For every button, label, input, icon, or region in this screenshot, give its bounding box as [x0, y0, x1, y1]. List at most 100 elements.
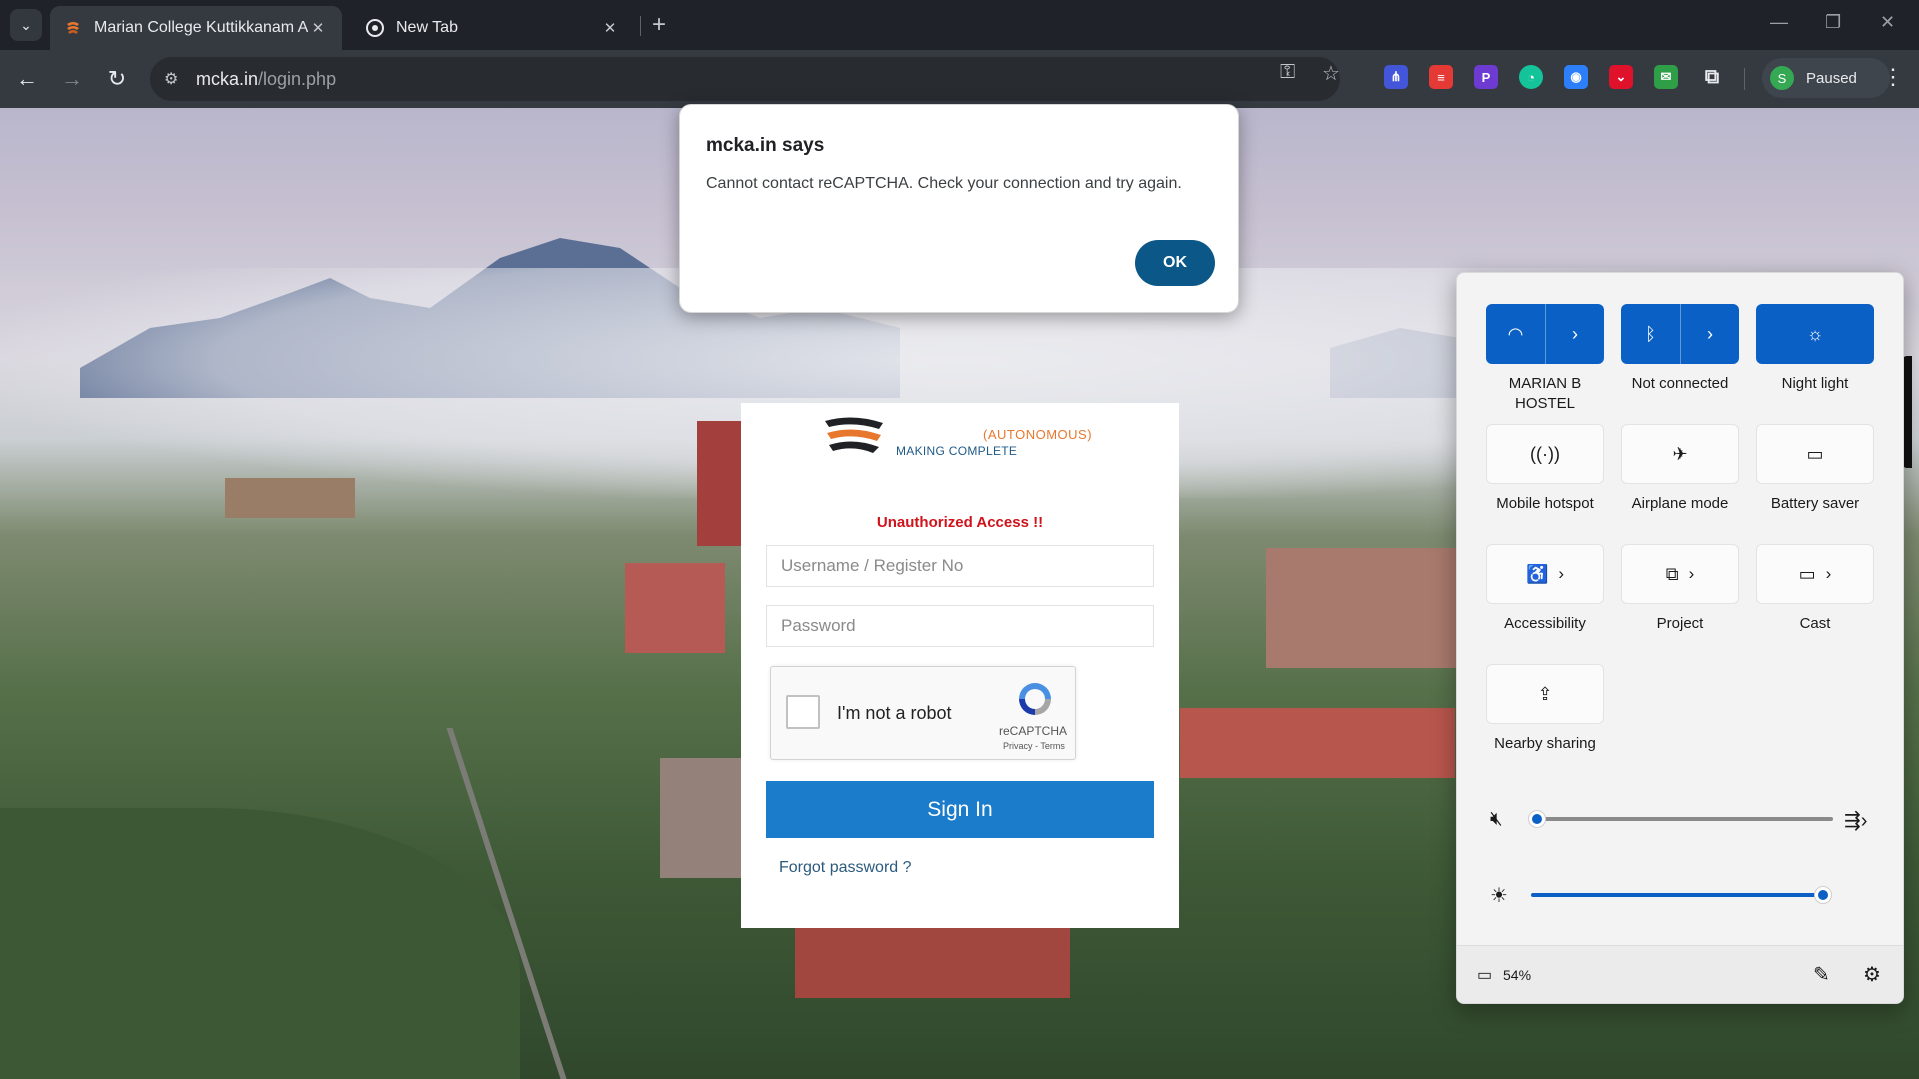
tab-title: Marian College Kuttikkanam Au [94, 19, 308, 36]
browser-titlebar: ⌄ Marian College Kuttikkanam Au ✕ New Ta… [0, 0, 1919, 50]
wifi-label: MARIAN B HOSTEL [1508, 375, 1582, 412]
nearby-sharing-label: Nearby sharing [1494, 735, 1596, 752]
accessibility-label: Accessibility [1504, 615, 1586, 632]
address-bar[interactable]: ⚙ mcka.in/login.php [150, 57, 1340, 101]
campus-building [697, 421, 745, 546]
brightness-slider-thumb[interactable] [1814, 886, 1832, 904]
extension-p-icon[interactable]: P [1474, 65, 1498, 89]
speaker-muted-icon[interactable]: 🔇︎ [1490, 808, 1503, 831]
chevron-right-icon: › [1558, 564, 1565, 583]
window-close-icon[interactable]: ✕ [1880, 12, 1895, 33]
chevron-down-icon: ⌄ [20, 16, 32, 33]
extension-p-letter: P [1481, 69, 1491, 85]
extension-network-icon[interactable]: ⋔ [1384, 65, 1408, 89]
nearby-sharing-tile[interactable]: ⇪ [1486, 664, 1604, 724]
kebab-menu-icon[interactable]: ⋮ [1882, 64, 1904, 90]
mobile-hotspot-tile[interactable]: ((·)) [1486, 424, 1604, 484]
url-path: /login.php [258, 68, 337, 89]
volume-slider-track[interactable] [1541, 817, 1833, 821]
extension-mail-icon[interactable]: ✉ [1654, 65, 1678, 89]
extension-screen-recorder-icon[interactable]: ◉ [1564, 65, 1588, 89]
chevron-right-icon: › [1688, 564, 1695, 583]
bluetooth-icon[interactable]: ᛒ [1621, 304, 1680, 364]
username-input[interactable] [766, 545, 1154, 587]
brightness-icon: ☀ [1490, 885, 1508, 907]
avatar: S [1770, 66, 1794, 90]
tab-close-icon[interactable]: ✕ [308, 19, 328, 37]
url-text: mcka.in/login.php [196, 69, 336, 90]
battery-saver-tile[interactable]: ▭ [1756, 424, 1874, 484]
chevron-right-icon[interactable]: › [1680, 304, 1739, 364]
campus-building [1266, 548, 1456, 668]
share-icon: ⇪ [1537, 683, 1553, 704]
tab-separator [640, 16, 641, 36]
tab-marian-college[interactable]: Marian College Kuttikkanam Au ✕ [50, 6, 342, 50]
dialog-title: mcka.in says [706, 135, 825, 156]
quick-settings-panel: ◠ › MARIAN B HOSTEL ᛒ › Not connected ☼ … [1456, 272, 1904, 1004]
quick-settings-footer: ▭ 54% ✎ ⚙ [1457, 945, 1903, 1003]
project-icon: ⧉ [1665, 563, 1679, 584]
reload-icon[interactable]: ↻ [102, 64, 132, 94]
extension-pocket-icon[interactable]: ⌄ [1609, 65, 1633, 89]
tab-close-icon[interactable]: ✕ [600, 19, 620, 37]
alert-dialog: mcka.in says Cannot contact reCAPTCHA. C… [679, 104, 1239, 313]
password-key-icon[interactable]: ⚿ [1280, 61, 1295, 84]
recaptcha-checkbox[interactable] [786, 695, 820, 729]
forward-arrow-icon[interactable]: → [57, 64, 87, 94]
chevron-right-icon[interactable]: › [1545, 304, 1604, 364]
dialog-message: Cannot contact reCAPTCHA. Check your con… [706, 175, 1182, 192]
extensions-puzzle-icon[interactable]: ⧉ [1700, 65, 1724, 89]
hotspot-icon: ((·)) [1530, 443, 1560, 464]
airplane-mode-label: Airplane mode [1631, 495, 1729, 512]
recaptcha-label: I'm not a robot [837, 703, 952, 723]
tab-new-tab[interactable]: New Tab ✕ [352, 6, 634, 50]
bluetooth-tile[interactable]: ᛒ › [1621, 304, 1739, 364]
cast-label: Cast [1799, 615, 1831, 632]
logo-autonomous-text: (AUTONOMOUS) [983, 427, 1093, 442]
forgot-password-link[interactable]: Forgot password ? [779, 859, 912, 877]
tab-search-button[interactable]: ⌄ [10, 9, 42, 41]
accessibility-icon: ♿ [1525, 563, 1549, 584]
audio-output-icon[interactable]: ⇶› [1844, 808, 1867, 833]
password-input[interactable] [766, 605, 1154, 647]
project-tile[interactable]: ⧉ › [1621, 544, 1739, 604]
chevron-right-icon: › [1825, 564, 1832, 583]
cast-icon: ▭ [1798, 563, 1816, 584]
accessibility-tile[interactable]: ♿ › [1486, 544, 1604, 604]
battery-percentage[interactable]: 54% [1503, 967, 1531, 983]
brightness-slider-track[interactable] [1531, 893, 1823, 897]
wifi-icon[interactable]: ◠ [1486, 304, 1545, 364]
volume-slider-thumb[interactable] [1528, 810, 1546, 828]
settings-gear-icon[interactable]: ⚙ [1863, 962, 1881, 987]
edit-pencil-icon[interactable]: ✎ [1813, 962, 1830, 987]
dialog-ok-button[interactable]: OK [1135, 240, 1215, 286]
project-label: Project [1656, 615, 1704, 632]
college-favicon-icon [67, 22, 79, 34]
new-tab-plus-icon[interactable]: + [652, 12, 666, 38]
extension-grammarly-icon[interactable]: ◔ [1519, 65, 1543, 89]
sign-in-button[interactable]: Sign In [766, 781, 1154, 838]
wifi-tile[interactable]: ◠ › [1486, 304, 1604, 364]
battery-icon[interactable]: ▭ [1477, 965, 1492, 985]
campus-building [1180, 708, 1455, 778]
browser-toolbar: ← → ↻ ⚙ mcka.in/login.php ⚿ ☆ ⋔ ≡ P ◔ ◉ … [0, 50, 1919, 108]
night-light-icon: ☼ [1806, 323, 1824, 344]
airplane-icon: ✈ [1672, 443, 1688, 464]
profile-button[interactable]: S Paused [1762, 58, 1890, 98]
mobile-hotspot-label: Mobile hotspot [1496, 495, 1594, 512]
extension-todoist-icon[interactable]: ≡ [1429, 65, 1453, 89]
minimize-icon[interactable]: — [1770, 12, 1788, 33]
college-logo-icon [825, 417, 883, 453]
bookmark-star-icon[interactable]: ☆ [1322, 61, 1340, 86]
error-message: Unauthorized Access !! [876, 514, 1044, 531]
logo-tagline: MAKING COMPLETE [896, 444, 1018, 458]
cast-tile[interactable]: ▭ › [1756, 544, 1874, 604]
maximize-icon[interactable]: ❐ [1825, 12, 1841, 33]
recaptcha-terms-link[interactable]: Privacy - Terms [1003, 741, 1065, 751]
airplane-mode-tile[interactable]: ✈ [1621, 424, 1739, 484]
site-info-icon[interactable]: ⚙ [164, 69, 196, 89]
toolbar-divider [1744, 68, 1745, 90]
tab-title: New Tab [396, 19, 458, 36]
back-arrow-icon[interactable]: ← [12, 64, 42, 94]
night-light-tile[interactable]: ☼ [1756, 304, 1874, 364]
